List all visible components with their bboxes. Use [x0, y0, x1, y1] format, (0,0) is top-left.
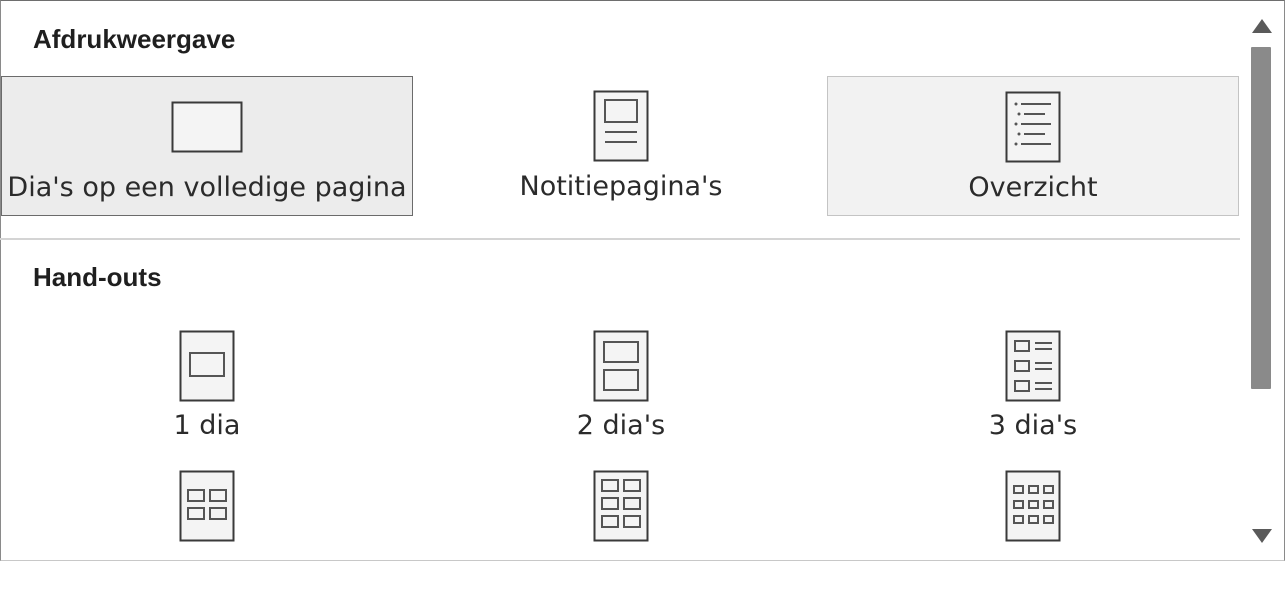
full-page-slide-icon	[171, 101, 243, 157]
handout-1-slide-icon	[179, 330, 235, 406]
scroll-down-arrow-icon[interactable]	[1251, 526, 1273, 546]
handout-option-3-slides[interactable]: 3 dia's	[827, 330, 1239, 450]
vertical-scrollbar[interactable]	[1243, 2, 1281, 558]
option-full-page-slides[interactable]: Dia's op een volledige pagina	[1, 76, 413, 216]
scrollbar-thumb[interactable]	[1251, 47, 1271, 389]
option-label: Overzicht	[968, 172, 1098, 203]
section-heading-print-layout: Afdrukweergave	[33, 24, 236, 54]
handout-label: 2 dia's	[576, 410, 666, 441]
option-notes-pages[interactable]: Notitiepagina's	[415, 76, 827, 216]
handout-2-slides-icon	[593, 330, 649, 406]
handout-6-slides-icon	[593, 470, 649, 546]
handout-option-6-slides[interactable]	[415, 470, 827, 590]
handout-3-slides-icon	[1005, 330, 1061, 406]
handout-label: 1 dia	[173, 410, 241, 441]
option-label: Notitiepagina's	[519, 171, 723, 202]
notes-page-icon	[593, 90, 649, 166]
handout-9-slides-icon	[1005, 470, 1061, 546]
outline-icon	[1005, 91, 1061, 167]
section-heading-handouts: Hand-outs	[33, 262, 162, 292]
option-label: Dia's op een volledige pagina	[7, 172, 407, 203]
handout-option-9-slides[interactable]	[827, 470, 1239, 590]
scroll-up-arrow-icon[interactable]	[1251, 16, 1273, 36]
handout-label: 3 dia's	[988, 410, 1078, 441]
handout-4-slides-icon	[179, 470, 235, 546]
handout-option-2-slides[interactable]: 2 dia's	[415, 330, 827, 450]
handout-option-1-slide[interactable]: 1 dia	[1, 330, 413, 450]
option-outline[interactable]: Overzicht	[827, 76, 1239, 216]
handout-option-4-slides[interactable]	[1, 470, 413, 590]
section-divider	[0, 238, 1240, 240]
